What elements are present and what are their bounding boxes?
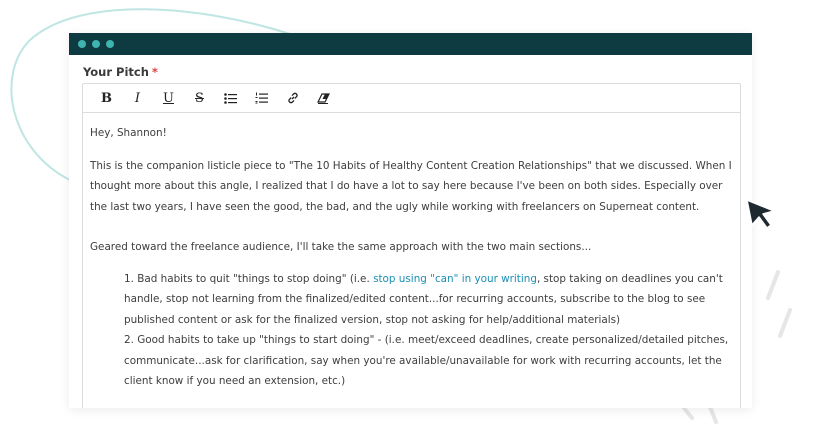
window-dot-icon — [78, 40, 86, 48]
editor-toolbar: B I U S — [83, 84, 740, 113]
list-item: 2. Good habits to take up "things to sta… — [124, 334, 729, 387]
underline-button[interactable]: U — [153, 87, 184, 109]
bold-button[interactable]: B — [91, 87, 122, 109]
pitch-label-text: Your Pitch — [83, 65, 149, 79]
clear-format-button[interactable] — [308, 87, 339, 109]
bulleted-list-button[interactable] — [215, 87, 246, 109]
editor-content[interactable]: Hey, Shannon! This is the companion list… — [83, 113, 740, 392]
intro-paragraph: This is the companion listicle piece to … — [90, 159, 732, 213]
numbered-list-button[interactable] — [246, 87, 277, 109]
habits-list: 1. Bad habits to quit "things to stop do… — [90, 269, 733, 392]
writing-link[interactable]: stop using "can" in your writing — [373, 273, 537, 285]
strikethrough-button[interactable]: S — [184, 87, 215, 109]
pitch-field-label: Your Pitch * — [83, 65, 158, 79]
link-button[interactable] — [277, 87, 308, 109]
list-item-text: 1. Bad habits to quit "things to stop do… — [124, 272, 374, 285]
window-dot-icon — [92, 40, 100, 48]
window-dot-icon — [106, 40, 114, 48]
greeting-text: Hey, Shannon! — [90, 127, 167, 139]
pitch-window: Your Pitch * B I U S Hey, Shannon! This … — [69, 33, 752, 408]
approach-paragraph: Geared toward the freelance audience, I'… — [90, 241, 592, 253]
pitch-editor[interactable]: B I U S Hey, Shannon! This is the compan… — [82, 83, 741, 408]
bulleted-list-icon — [224, 92, 237, 104]
required-marker: * — [151, 65, 158, 79]
list-item: 1. Bad habits to quit "things to stop do… — [124, 269, 733, 331]
link-icon — [287, 92, 298, 104]
window-titlebar — [69, 33, 752, 55]
italic-button[interactable]: I — [122, 87, 153, 109]
clear-format-icon — [317, 92, 330, 104]
numbered-list-icon — [255, 92, 268, 104]
mouse-pointer-icon — [746, 199, 775, 229]
